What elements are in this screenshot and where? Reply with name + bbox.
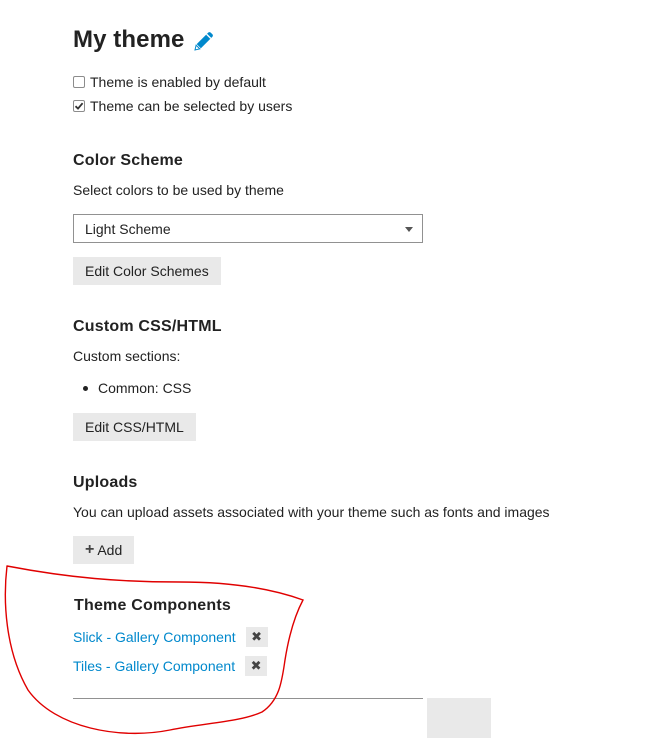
theme-component-row: Tiles - Gallery Component ✖ <box>73 656 268 676</box>
edit-color-schemes-button[interactable]: Edit Color Schemes <box>73 257 221 285</box>
theme-component-link[interactable]: Slick - Gallery Component <box>73 629 236 645</box>
remove-component-button[interactable]: ✖ <box>245 656 268 676</box>
bullet-icon <box>83 385 88 391</box>
theme-components-heading: Theme Components <box>74 597 231 614</box>
component-select-input[interactable] <box>73 698 423 738</box>
title-row: My theme <box>73 26 216 54</box>
close-icon: ✖ <box>251 629 263 644</box>
edit-css-html-button[interactable]: Edit CSS/HTML <box>73 413 196 441</box>
add-component-button[interactable] <box>427 698 491 738</box>
color-scheme-description: Select colors to be used by theme <box>73 182 284 198</box>
enabled-by-default-checkbox[interactable] <box>73 76 85 88</box>
plus-icon: + <box>85 541 95 558</box>
color-scheme-select[interactable]: Light Scheme <box>73 214 423 243</box>
add-upload-button[interactable]: + Add <box>73 536 135 564</box>
uploads-heading: Uploads <box>73 474 138 491</box>
list-item: Common: CSS <box>98 380 192 396</box>
color-scheme-selected-value: Light Scheme <box>85 220 171 237</box>
caret-down-icon <box>405 227 413 232</box>
custom-css-description: Custom sections: <box>73 348 181 364</box>
user-selectable-label: Theme can be selected by users <box>90 98 293 114</box>
remove-component-button[interactable]: ✖ <box>245 627 268 647</box>
pencil-icon[interactable] <box>192 29 216 53</box>
custom-css-heading: Custom CSS/HTML <box>73 318 222 335</box>
color-scheme-heading: Color Scheme <box>73 152 183 169</box>
close-icon: ✖ <box>250 658 262 673</box>
theme-component-link[interactable]: Tiles - Gallery Component <box>73 658 235 674</box>
custom-sections-list: Common: CSS <box>83 380 191 396</box>
theme-component-row: Slick - Gallery Component ✖ <box>73 627 268 647</box>
page-title: My theme <box>73 26 185 53</box>
checkbox-row-user-selectable[interactable]: Theme can be selected by users <box>73 98 292 114</box>
checkmark-icon <box>74 102 84 110</box>
user-selectable-checkbox[interactable] <box>73 100 85 112</box>
add-upload-label: Add <box>97 542 123 558</box>
checkbox-row-enabled-by-default[interactable]: Theme is enabled by default <box>73 74 266 90</box>
enabled-by-default-label: Theme is enabled by default <box>90 74 266 90</box>
uploads-description: You can upload assets associated with yo… <box>73 504 550 520</box>
